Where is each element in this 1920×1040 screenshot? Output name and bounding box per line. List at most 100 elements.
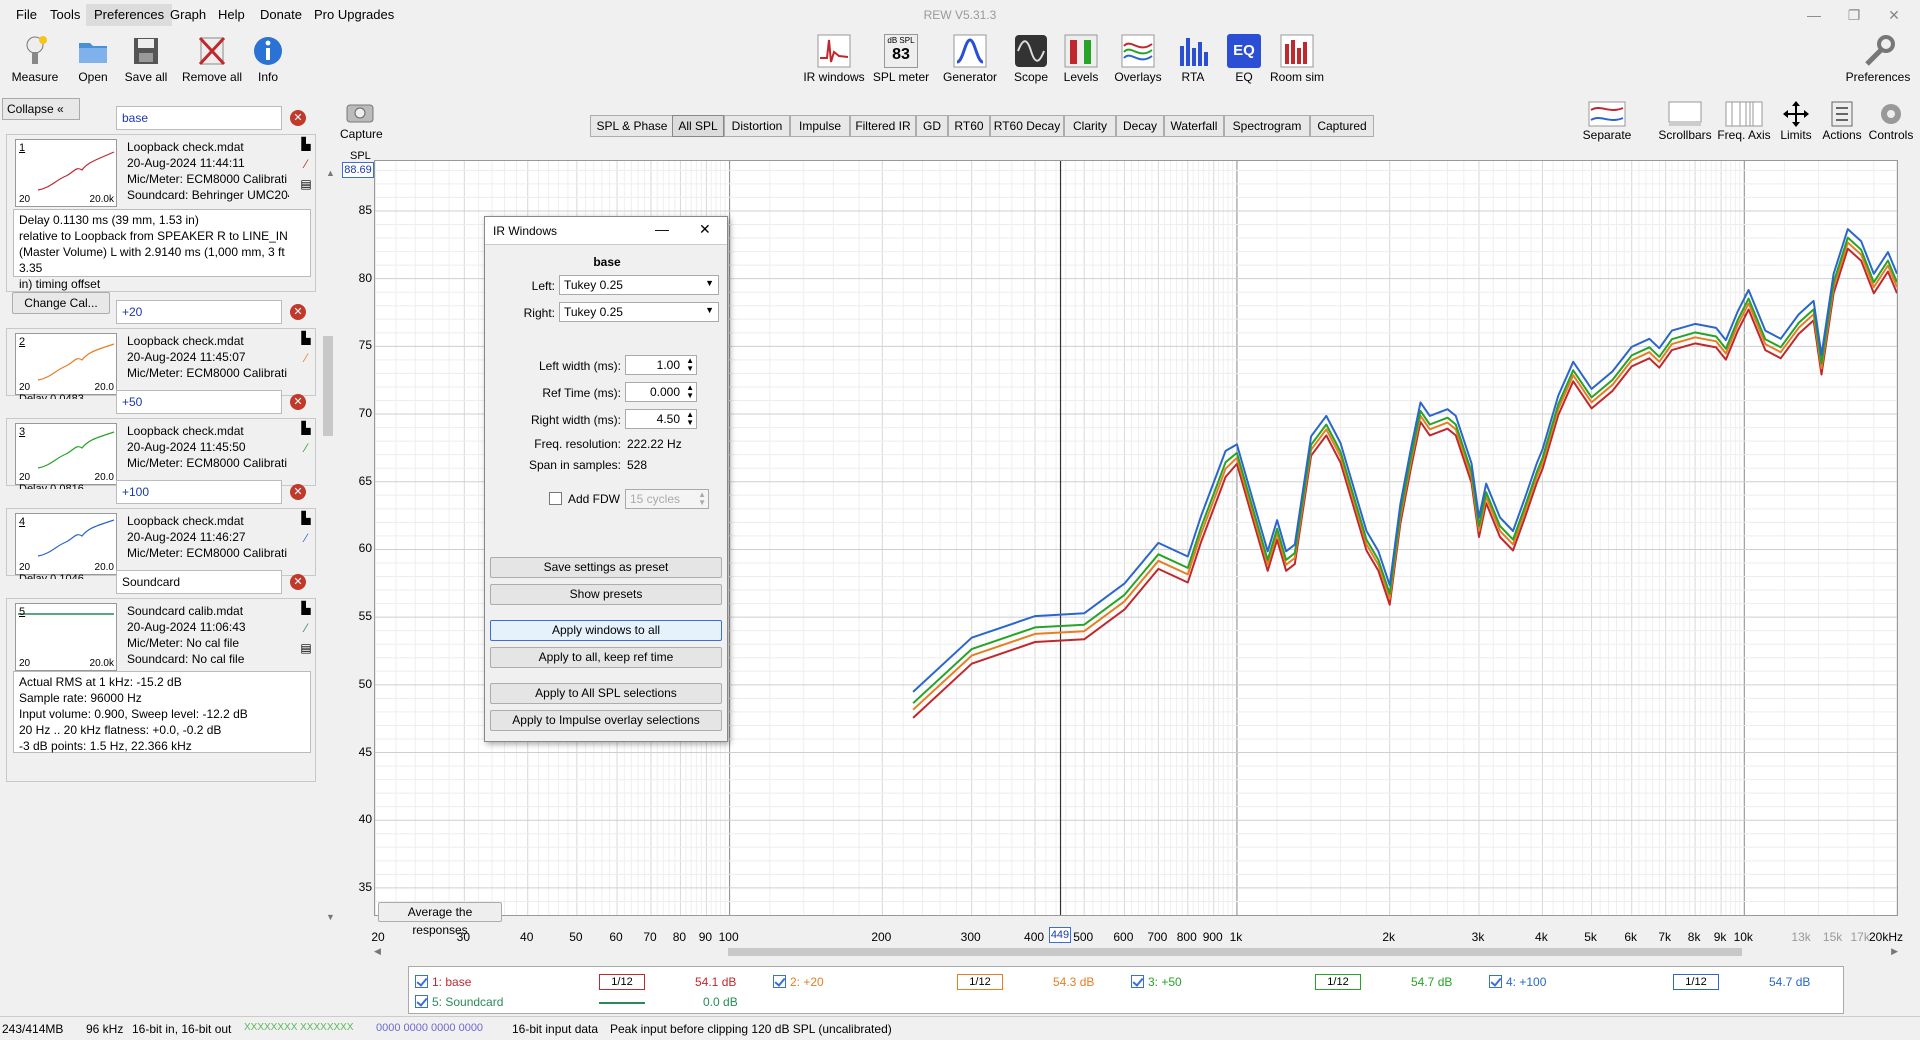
limits-button[interactable]: Limits bbox=[1776, 100, 1816, 142]
scope-button[interactable]: Scope bbox=[1010, 34, 1052, 90]
separate-button[interactable]: Separate bbox=[1578, 100, 1636, 142]
delete-measurement-1-icon[interactable]: ✕ bbox=[290, 110, 306, 126]
measurements-scrollbar-thumb[interactable] bbox=[323, 336, 333, 436]
tab-captured[interactable]: Captured bbox=[1310, 115, 1374, 137]
scroll-up-arrow-icon[interactable]: ▲ bbox=[326, 168, 335, 178]
measurement-card-2[interactable]: 2 20 20.0 Loopback check.mdat 20-Aug-202… bbox=[6, 328, 316, 399]
overlays-button[interactable]: Overlays bbox=[1110, 34, 1166, 90]
delete-measurement-4-icon[interactable]: ✕ bbox=[290, 484, 306, 500]
measurement-card-3[interactable]: 3 20 20.0 Loopback check.mdat 20-Aug-202… bbox=[6, 418, 316, 489]
spl-meter-button[interactable]: dB SPL 83 SPL meter bbox=[872, 34, 930, 90]
legend-entry-3[interactable]: 3: +50 bbox=[1131, 973, 1182, 991]
save-measurement-icon[interactable]: ▙ bbox=[297, 421, 315, 441]
generator-button[interactable]: Generator bbox=[940, 34, 1000, 90]
graph-horizontal-scrollbar-thumb[interactable] bbox=[728, 948, 1742, 956]
measure-button[interactable]: Measure bbox=[8, 34, 62, 90]
rta-button[interactable]: RTA bbox=[1172, 34, 1214, 90]
add-fdw-checkbox[interactable]: Add FDW bbox=[549, 492, 620, 506]
apply-to-all-spl-selections-button[interactable]: Apply to All SPL selections bbox=[490, 683, 722, 704]
curve-color-icon[interactable]: ⁄ bbox=[297, 157, 315, 177]
measurement-card-5[interactable]: 5 20 20.0k Soundcard calib.mdat 20-Aug-2… bbox=[6, 598, 316, 782]
controls-button[interactable]: Controls bbox=[1866, 100, 1916, 142]
legend-octave-smoothing-2[interactable]: 1/12 bbox=[957, 974, 1003, 990]
tab-decay[interactable]: Decay bbox=[1116, 115, 1164, 137]
save-settings-preset-button[interactable]: Save settings as preset bbox=[490, 557, 722, 578]
tab-rt60[interactable]: RT60 bbox=[948, 115, 990, 137]
spinner-arrows-icon[interactable]: ▲ ▼ bbox=[686, 384, 694, 400]
save-all-button[interactable]: Save all bbox=[122, 34, 170, 90]
menu-tools[interactable]: Tools bbox=[42, 4, 88, 26]
actions-button[interactable]: Actions bbox=[1818, 100, 1866, 142]
ref-time-spinner[interactable]: 0.000 ▲ ▼ bbox=[625, 382, 697, 402]
measurement-notes-1[interactable]: Delay 0.1130 ms (39 mm, 1.53 in) relativ… bbox=[13, 209, 311, 291]
delete-measurement-2-icon[interactable]: ✕ bbox=[290, 304, 306, 320]
menu-file[interactable]: File bbox=[8, 4, 45, 26]
tab-all-spl[interactable]: All SPL bbox=[672, 115, 724, 137]
apply-to-all-keep-ref-time-button[interactable]: Apply to all, keep ref time bbox=[490, 647, 722, 668]
measurement-name-input-1[interactable]: base bbox=[116, 106, 282, 130]
save-measurement-icon[interactable]: ▙ bbox=[297, 601, 315, 621]
curve-color-icon[interactable]: ⁄ bbox=[297, 621, 315, 641]
legend-entry-4[interactable]: 4: +100 bbox=[1489, 973, 1546, 991]
measurement-notes-5[interactable]: Actual RMS at 1 kHz: -15.2 dB Sample rat… bbox=[13, 671, 311, 753]
dialog-title-bar[interactable]: IR Windows — ✕ bbox=[485, 217, 727, 245]
legend-octave-smoothing-4[interactable]: 1/12 bbox=[1673, 974, 1719, 990]
tab-filtered-ir[interactable]: Filtered IR bbox=[850, 115, 916, 137]
legend-checkbox-5[interactable] bbox=[415, 995, 428, 1008]
eq-button[interactable]: EQ EQ bbox=[1224, 34, 1264, 90]
legend-checkbox-1[interactable] bbox=[415, 975, 428, 988]
left-width-spinner[interactable]: 1.00 ▲ ▼ bbox=[625, 355, 697, 375]
room-sim-button[interactable]: Room sim bbox=[1268, 34, 1326, 90]
measurement-name-input-4[interactable]: +100 bbox=[116, 480, 282, 504]
measurement-name-input-2[interactable]: +20 bbox=[116, 300, 282, 324]
tab-gd[interactable]: GD bbox=[916, 115, 948, 137]
menu-help[interactable]: Help bbox=[210, 4, 253, 26]
spinner-arrows-icon[interactable]: ▲ ▼ bbox=[686, 411, 694, 427]
average-responses-button[interactable]: Average the responses bbox=[378, 902, 502, 937]
freq-axis-button[interactable]: Freq. Axis bbox=[1716, 100, 1772, 142]
dialog-close-icon[interactable]: ✕ bbox=[699, 221, 711, 238]
ir-windows-button[interactable]: IR windows bbox=[802, 34, 866, 90]
tab-waterfall[interactable]: Waterfall bbox=[1164, 115, 1224, 137]
legend-checkbox-3[interactable] bbox=[1131, 975, 1144, 988]
add-fdw-checkbox-box[interactable] bbox=[549, 492, 562, 505]
measurement-thumbnail-3[interactable]: 3 20 20.0 bbox=[15, 423, 117, 485]
scroll-right-arrow-icon[interactable]: ▶ bbox=[1891, 946, 1898, 957]
legend-octave-smoothing-1[interactable]: 1/12 bbox=[599, 974, 645, 990]
preferences-button[interactable]: Preferences bbox=[1842, 34, 1914, 90]
legend-entry-1[interactable]: 1: base bbox=[415, 973, 471, 991]
memory-status[interactable]: 243/414MB bbox=[2, 1022, 63, 1036]
notes-icon[interactable]: ▤ bbox=[297, 177, 315, 197]
levels-button[interactable]: Levels bbox=[1060, 34, 1102, 90]
graph-horizontal-scrollbar[interactable]: ◀ ▶ bbox=[374, 946, 1898, 958]
measurement-thumbnail-5[interactable]: 5 20 20.0k bbox=[15, 603, 117, 671]
legend-checkbox-4[interactable] bbox=[1489, 975, 1502, 988]
right-width-spinner[interactable]: 4.50 ▲ ▼ bbox=[625, 409, 697, 429]
measurement-thumbnail-2[interactable]: 2 20 20.0 bbox=[15, 333, 117, 395]
measurement-name-input-5[interactable]: Soundcard bbox=[116, 570, 282, 594]
menu-graph[interactable]: Graph bbox=[162, 4, 214, 26]
menu-pro-upgrades[interactable]: Pro Upgrades bbox=[306, 4, 402, 26]
legend-octave-smoothing-3[interactable]: 1/12 bbox=[1315, 974, 1361, 990]
curve-color-icon[interactable]: ⁄ bbox=[297, 351, 315, 371]
tab-spl-phase[interactable]: SPL & Phase bbox=[590, 115, 674, 137]
tab-impulse[interactable]: Impulse bbox=[790, 115, 850, 137]
dialog-minimize-button[interactable]: — bbox=[655, 221, 669, 237]
apply-to-impulse-overlay-button[interactable]: Apply to Impulse overlay selections bbox=[490, 710, 722, 731]
measurement-thumbnail-1[interactable]: 1 20 20.0k bbox=[15, 139, 117, 207]
restore-button[interactable]: ❐ bbox=[1834, 4, 1874, 26]
curve-color-icon[interactable]: ⁄ bbox=[297, 531, 315, 551]
left-window-select[interactable]: Tukey 0.25 ▼ bbox=[559, 275, 719, 295]
save-measurement-icon[interactable]: ▙ bbox=[297, 511, 315, 531]
menu-donate[interactable]: Donate bbox=[252, 4, 310, 26]
measurement-card-4[interactable]: 4 20 20.0 Loopback check.mdat 20-Aug-202… bbox=[6, 508, 316, 579]
show-presets-button[interactable]: Show presets bbox=[490, 584, 722, 605]
open-button[interactable]: Open bbox=[70, 34, 116, 90]
measurement-card-1[interactable]: 1 20 20.0k Loopback check.mdat 20-Aug-20… bbox=[6, 134, 316, 292]
save-measurement-icon[interactable]: ▙ bbox=[297, 331, 315, 351]
scroll-left-arrow-icon[interactable]: ◀ bbox=[374, 946, 381, 957]
apply-windows-to-all-button[interactable]: Apply windows to all bbox=[490, 620, 722, 641]
delete-measurement-3-icon[interactable]: ✕ bbox=[290, 394, 306, 410]
legend-entry-2[interactable]: 2: +20 bbox=[773, 973, 824, 991]
measurement-thumbnail-4[interactable]: 4 20 20.0 bbox=[15, 513, 117, 575]
